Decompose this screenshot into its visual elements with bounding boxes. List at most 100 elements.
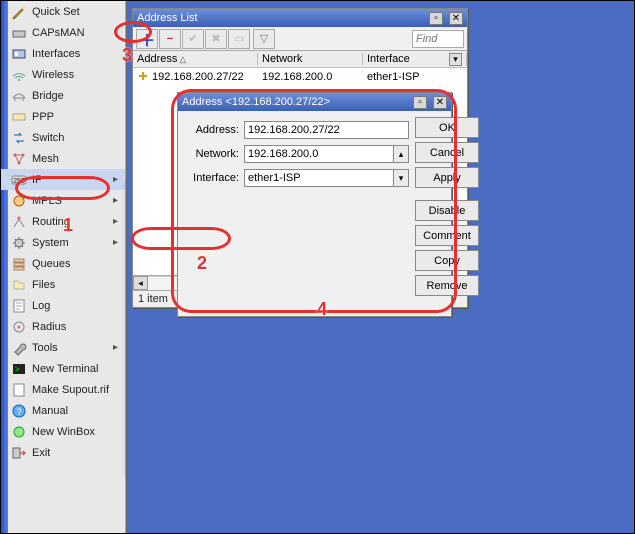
content-area: Address List ▫ ✕ ＋ − ✔ ✖ ▭ ▽ Address△: [126, 1, 634, 533]
sidebar-item-label: PPP: [32, 111, 54, 123]
chevron-right-icon: ▸: [113, 237, 118, 248]
queues-icon: [11, 256, 27, 272]
sidebar-item-label: Interfaces: [32, 48, 80, 60]
scroll-left-icon[interactable]: ◂: [133, 276, 148, 290]
supout-icon: [11, 382, 27, 398]
sidebar-item-label: CAPsMAN: [32, 27, 85, 39]
sidebar-item-new-terminal[interactable]: >New Terminal: [1, 358, 125, 379]
sidebar-item-label: System: [32, 237, 69, 249]
sidebar-item-mpls[interactable]: MPLS▸: [1, 190, 125, 211]
sidebar-item-label: Wireless: [32, 69, 74, 81]
sidebar-item-routing[interactable]: Routing▸: [1, 211, 125, 232]
files-icon: [11, 277, 27, 293]
table-header: Address△ Network Interface▾: [133, 51, 467, 68]
sidebar-item-label: IP: [32, 174, 42, 186]
interface-dropdown-icon[interactable]: ▾: [394, 169, 409, 187]
column-menu-icon[interactable]: ▾: [449, 53, 462, 66]
address-edit-title: Address <192.168.200.27/22>: [182, 96, 330, 108]
ok-button[interactable]: OK: [415, 117, 479, 138]
sidebar-item-label: Tools: [32, 342, 58, 354]
label-interface: Interface:: [186, 172, 244, 184]
minimize-icon[interactable]: ▫: [413, 96, 427, 109]
sidebar-item-label: Exit: [32, 447, 50, 459]
switch-icon: [11, 130, 27, 146]
filter-button[interactable]: ▽: [253, 29, 275, 49]
sidebar-item-tools[interactable]: Tools ▸: [1, 337, 125, 358]
find-input[interactable]: [412, 30, 464, 48]
col-address[interactable]: Address△: [133, 53, 258, 65]
chevron-right-icon: ▸: [113, 174, 118, 185]
col-network[interactable]: Network: [258, 53, 363, 65]
svg-text:255: 255: [13, 178, 25, 185]
svg-text:>: >: [15, 365, 20, 374]
iface-icon: [11, 46, 27, 62]
sidebar-item-capsman[interactable]: CAPsMAN: [1, 22, 125, 43]
tools-icon: [11, 340, 27, 356]
col-interface[interactable]: Interface▾: [363, 53, 467, 66]
address-field[interactable]: [244, 121, 409, 139]
mpls-icon: [11, 193, 27, 209]
close-icon[interactable]: ✕: [433, 96, 447, 109]
interface-field[interactable]: [244, 169, 394, 187]
enable-button[interactable]: ✔: [182, 29, 204, 49]
close-icon[interactable]: ✕: [449, 12, 463, 25]
bridge-icon: [11, 88, 27, 104]
sidebar-item-queues[interactable]: Queues: [1, 253, 125, 274]
system-icon: [11, 235, 27, 251]
sidebar-item-files[interactable]: Files: [1, 274, 125, 295]
sidebar-item-mesh[interactable]: Mesh: [1, 148, 125, 169]
exit-icon: [11, 445, 27, 461]
address-edit-window: Address <192.168.200.27/22> ▫ ✕ Address:…: [177, 92, 452, 317]
address-list-titlebar[interactable]: Address List ▫ ✕: [133, 9, 467, 27]
add-button[interactable]: ＋: [136, 29, 158, 49]
sort-asc-icon: △: [179, 54, 186, 64]
sidebar-item-make-supout.rif[interactable]: Make Supout.rif: [1, 379, 125, 400]
chevron-right-icon: ▸: [113, 342, 118, 353]
remove-button[interactable]: −: [159, 29, 181, 49]
address-row-icon: ✚: [137, 70, 149, 83]
sidebar-item-exit[interactable]: Exit: [1, 442, 125, 463]
network-up-icon[interactable]: ▴: [394, 145, 409, 163]
sidebar-item-label: Routing: [32, 216, 70, 228]
remove-button[interactable]: Remove: [415, 275, 479, 296]
comment-button[interactable]: Comment: [415, 225, 479, 246]
svg-text:?: ?: [16, 407, 21, 417]
sidebar-item-switch[interactable]: Switch: [1, 127, 125, 148]
table-row[interactable]: ✚192.168.200.27/22 192.168.200.0 ether1-…: [133, 68, 467, 85]
disable-button[interactable]: ✖: [205, 29, 227, 49]
sidebar-item-label: Log: [32, 300, 50, 312]
sidebar-item-manual[interactable]: ?Manual: [1, 400, 125, 421]
sidebar-item-radius[interactable]: Radius: [1, 316, 125, 337]
address-list-toolbar: ＋ − ✔ ✖ ▭ ▽: [133, 27, 467, 51]
sidebar-item-label: Files: [32, 279, 55, 291]
apply-button[interactable]: Apply: [415, 167, 479, 188]
label-address: Address:: [186, 124, 244, 136]
minimize-icon[interactable]: ▫: [429, 12, 443, 25]
sidebar-item-system[interactable]: System ▸: [1, 232, 125, 253]
disable-button[interactable]: Disable: [415, 200, 479, 221]
copy-button[interactable]: Copy: [415, 250, 479, 271]
sidebar-item-label: Mesh: [32, 153, 59, 165]
sidebar-item-label: Switch: [32, 132, 64, 144]
sidebar-item-label: New WinBox: [32, 426, 95, 438]
sidebar-item-ppp[interactable]: PPP: [1, 106, 125, 127]
sidebar-item-wireless[interactable]: Wireless: [1, 64, 125, 85]
cancel-button[interactable]: Cancel: [415, 142, 479, 163]
ppp-icon: [11, 109, 27, 125]
sidebar-item-bridge[interactable]: Bridge: [1, 85, 125, 106]
sidebar-item-quick-set[interactable]: Quick Set: [1, 1, 125, 22]
chevron-right-icon: ▸: [113, 195, 118, 206]
sidebar-item-interfaces[interactable]: Interfaces: [1, 43, 125, 64]
network-field[interactable]: [244, 145, 394, 163]
routing-icon: [11, 214, 27, 230]
address-edit-titlebar[interactable]: Address <192.168.200.27/22> ▫ ✕: [178, 93, 451, 111]
cell-interface: ether1-ISP: [363, 71, 467, 83]
sidebar-item-log[interactable]: Log: [1, 295, 125, 316]
status-item-count: 1 item: [138, 293, 168, 305]
sidebar-item-new-winbox[interactable]: New WinBox: [1, 421, 125, 442]
sidebar-item-ip[interactable]: 255 IP ▸: [1, 169, 125, 190]
radius-icon: [11, 319, 27, 335]
comment-button[interactable]: ▭: [228, 29, 250, 49]
winbox-icon: [11, 424, 27, 440]
mesh-icon: [11, 151, 27, 167]
